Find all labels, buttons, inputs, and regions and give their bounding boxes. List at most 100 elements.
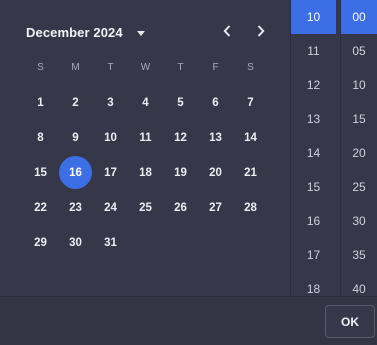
day-cell[interactable]: 31 [93, 225, 128, 260]
hour-option[interactable]: 16 [291, 204, 336, 238]
day-cell[interactable]: 10 [93, 120, 128, 155]
day-number: 4 [142, 96, 149, 109]
minute-option[interactable]: 00 [341, 0, 377, 34]
weekday-header: SMTWTFS [23, 62, 268, 76]
day-cell[interactable]: 27 [198, 190, 233, 225]
minute-option[interactable]: 10 [341, 68, 377, 102]
minute-column[interactable]: 00 05 10 15 20 25 30 35 40 [341, 0, 377, 296]
day-number: 23 [69, 201, 82, 214]
chevron-left-icon [223, 25, 231, 37]
day-cell[interactable]: 17 [93, 155, 128, 190]
day-cell[interactable]: 1 [23, 85, 58, 120]
day-number: 5 [177, 96, 184, 109]
day-number: 30 [69, 236, 82, 249]
day-cell[interactable]: 26 [163, 190, 198, 225]
hour-option[interactable]: 15 [291, 170, 336, 204]
day-number: 26 [174, 201, 187, 214]
day-cell[interactable]: 15 [23, 155, 58, 190]
day-number: 11 [139, 131, 152, 144]
day-number: 20 [209, 166, 222, 179]
minute-option[interactable]: 15 [341, 102, 377, 136]
day-cell[interactable]: 30 [58, 225, 93, 260]
hour-option[interactable]: 18 [291, 272, 336, 296]
chevron-right-icon [257, 25, 265, 37]
day-cell[interactable]: 16 [58, 155, 93, 190]
day-number: 13 [209, 131, 222, 144]
minute-option[interactable]: 30 [341, 204, 377, 238]
empty-day-cell [128, 225, 163, 260]
day-cell[interactable]: 5 [163, 85, 198, 120]
day-number: 6 [212, 96, 219, 109]
day-number: 1 [37, 96, 44, 109]
weekday-label: T [177, 62, 184, 73]
day-cell[interactable]: 6 [198, 85, 233, 120]
minute-option[interactable]: 35 [341, 238, 377, 272]
day-number: 27 [209, 201, 222, 214]
day-number: 16 [59, 156, 92, 189]
day-number: 3 [107, 96, 114, 109]
day-number: 28 [244, 201, 257, 214]
day-cell[interactable]: 19 [163, 155, 198, 190]
month-label: December 2024 [26, 24, 123, 40]
day-cell[interactable]: 29 [23, 225, 58, 260]
hour-option[interactable]: 17 [291, 238, 336, 272]
date-time-picker: December 2024 SMTWTFS 1 2 3 4 5 6 7 8 9 10 11 12 13 1… [0, 0, 377, 345]
day-number: 17 [104, 166, 117, 179]
day-number: 2 [72, 96, 79, 109]
calendar-panel: December 2024 SMTWTFS 1 2 3 4 5 6 7 8 9 10 11 12 13 1… [0, 0, 290, 296]
day-cell[interactable]: 18 [128, 155, 163, 190]
hour-option[interactable]: 11 [291, 34, 336, 68]
day-cell[interactable]: 9 [58, 120, 93, 155]
day-grid: 1 2 3 4 5 6 7 8 9 10 11 12 13 14 15 16 17 18 19 20 21 22 23 24 2… [23, 85, 268, 260]
day-number: 10 [104, 131, 117, 144]
day-cell[interactable]: 23 [58, 190, 93, 225]
minute-option[interactable]: 40 [341, 272, 377, 296]
minute-option[interactable]: 25 [341, 170, 377, 204]
day-cell[interactable]: 20 [198, 155, 233, 190]
hour-option[interactable]: 13 [291, 102, 336, 136]
hour-option[interactable]: 14 [291, 136, 336, 170]
day-cell[interactable]: 14 [233, 120, 268, 155]
day-number: 8 [37, 131, 44, 144]
day-number: 7 [247, 96, 254, 109]
weekday-label: S [37, 62, 44, 73]
day-cell[interactable]: 28 [233, 190, 268, 225]
day-cell[interactable]: 25 [128, 190, 163, 225]
weekday-label: T [107, 62, 114, 73]
day-number: 15 [34, 166, 47, 179]
day-cell[interactable]: 2 [58, 85, 93, 120]
empty-day-cell [233, 225, 268, 260]
hour-option[interactable]: 12 [291, 68, 336, 102]
day-cell[interactable]: 4 [128, 85, 163, 120]
minute-option[interactable]: 05 [341, 34, 377, 68]
hour-option[interactable]: 10 [291, 0, 336, 34]
next-month-button[interactable] [252, 20, 270, 42]
day-cell[interactable]: 3 [93, 85, 128, 120]
day-cell[interactable]: 11 [128, 120, 163, 155]
day-cell[interactable]: 22 [23, 190, 58, 225]
day-cell[interactable]: 13 [198, 120, 233, 155]
day-cell[interactable]: 24 [93, 190, 128, 225]
day-number: 25 [139, 201, 152, 214]
day-number: 14 [244, 131, 257, 144]
month-selector[interactable]: December 2024 [26, 22, 145, 42]
prev-month-button[interactable] [218, 20, 236, 42]
day-cell[interactable]: 12 [163, 120, 198, 155]
empty-day-cell [198, 225, 233, 260]
minute-option[interactable]: 20 [341, 136, 377, 170]
day-cell[interactable]: 8 [23, 120, 58, 155]
hour-column[interactable]: 10 11 12 13 14 15 16 17 18 [291, 0, 336, 296]
ok-button[interactable]: OK [325, 305, 375, 338]
day-number: 31 [104, 236, 117, 249]
day-number: 9 [72, 131, 79, 144]
day-number: 29 [34, 236, 47, 249]
day-number: 22 [34, 201, 47, 214]
day-cell[interactable]: 7 [233, 85, 268, 120]
day-number: 12 [174, 131, 187, 144]
weekday-label: S [247, 62, 254, 73]
day-number: 24 [104, 201, 117, 214]
day-number: 21 [244, 166, 257, 179]
weekday-label: F [212, 62, 219, 73]
caret-down-icon [136, 30, 145, 36]
day-cell[interactable]: 21 [233, 155, 268, 190]
